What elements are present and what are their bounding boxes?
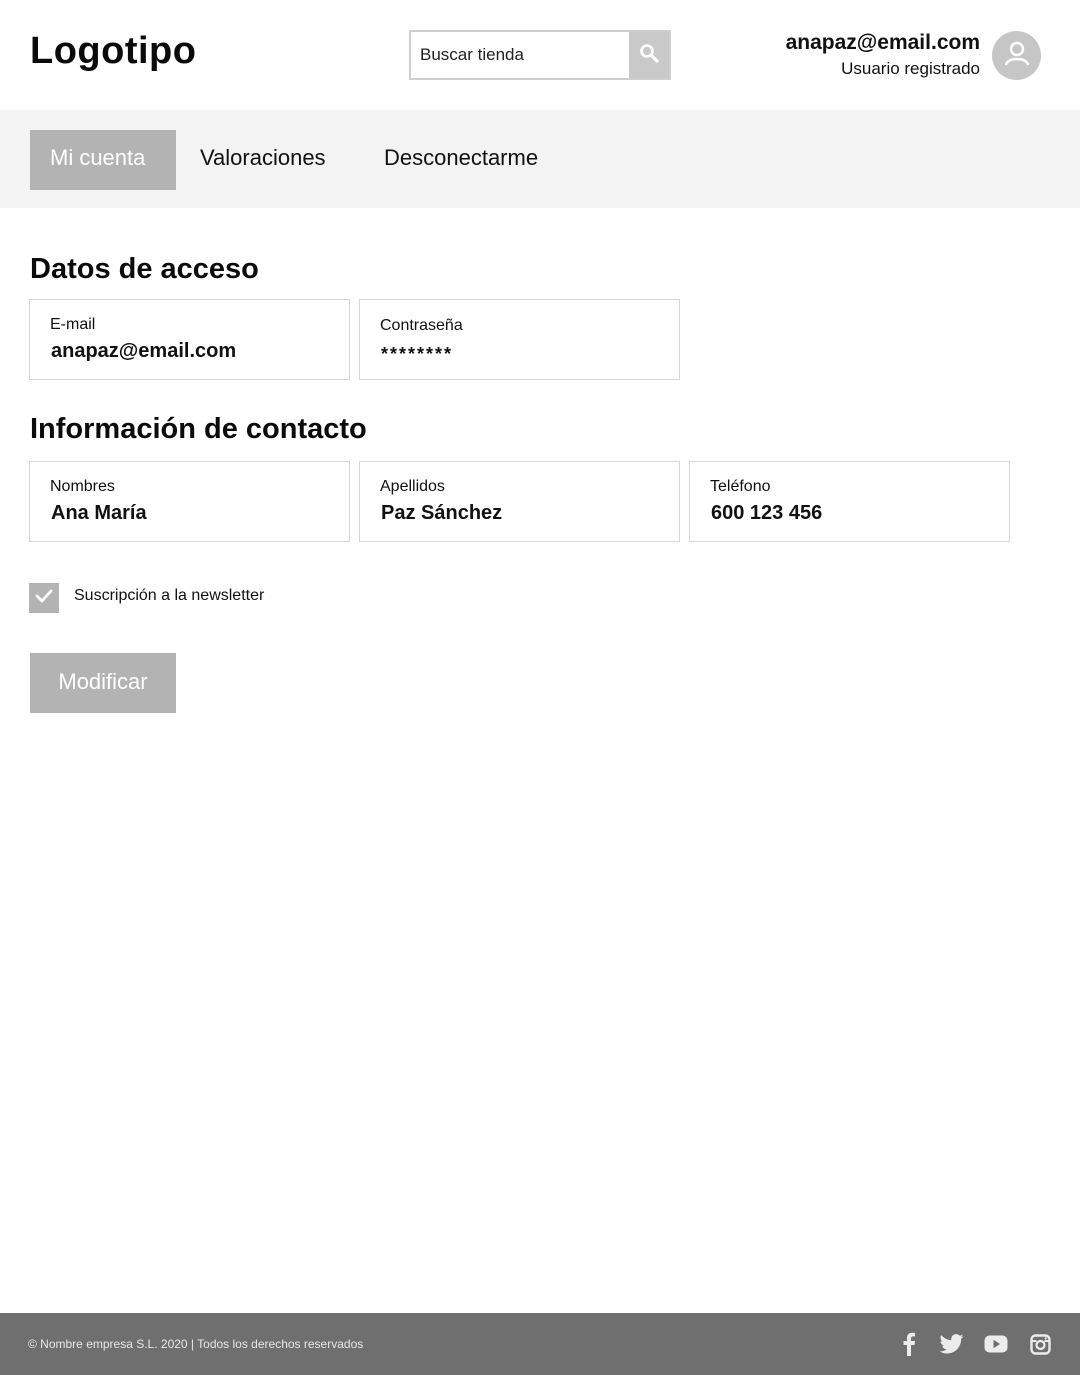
modify-button[interactable]: Modificar: [30, 653, 176, 713]
avatar[interactable]: [992, 31, 1041, 80]
user-icon: [1003, 39, 1031, 72]
twitter-icon[interactable]: [939, 1331, 965, 1357]
search-box: [409, 30, 671, 80]
instagram-icon[interactable]: [1027, 1331, 1053, 1357]
check-icon: [35, 589, 53, 608]
facebook-icon[interactable]: [896, 1331, 922, 1357]
tab-valoraciones[interactable]: Valoraciones: [200, 130, 326, 190]
phone-value: 600 123 456: [711, 502, 823, 524]
names-label: Nombres: [50, 478, 115, 495]
newsletter-checkbox[interactable]: [29, 583, 59, 613]
email-value: anapaz@email.com: [51, 340, 237, 362]
logo[interactable]: Logotipo: [30, 30, 196, 73]
copyright-text: © Nombre empresa S.L. 2020 | Todos los d…: [28, 1337, 364, 1351]
contact-section-title: Información de contacto: [30, 413, 367, 445]
access-section-title: Datos de acceso: [30, 253, 259, 285]
newsletter-label[interactable]: Suscripción a la newsletter: [74, 587, 264, 605]
footer: © Nombre empresa S.L. 2020 | Todos los d…: [0, 1313, 1080, 1375]
user-role: Usuario registrado: [841, 59, 980, 78]
email-field[interactable]: E-mail anapaz@email.com: [29, 299, 350, 380]
surnames-field[interactable]: Apellidos Paz Sánchez: [359, 461, 680, 542]
password-label: Contraseña: [380, 317, 463, 334]
email-label: E-mail: [50, 316, 96, 333]
youtube-icon[interactable]: [983, 1331, 1009, 1357]
names-field[interactable]: Nombres Ana María: [29, 461, 350, 542]
user-info: anapaz@email.com Usuario registrado: [786, 30, 980, 81]
surnames-label: Apellidos: [380, 478, 445, 495]
user-email: anapaz@email.com: [785, 31, 980, 54]
search-input[interactable]: [411, 32, 631, 78]
names-value: Ana María: [51, 502, 147, 524]
tab-mi-cuenta[interactable]: Mi cuenta: [30, 130, 176, 190]
password-value: ********: [381, 344, 454, 364]
surnames-value: Paz Sánchez: [381, 502, 503, 524]
tab-desconectarme[interactable]: Desconectarme: [384, 130, 538, 190]
header: Logotipo anapaz@email.com Usuario regist…: [0, 0, 1080, 110]
phone-label: Teléfono: [710, 478, 771, 495]
password-field[interactable]: Contraseña ********: [359, 299, 680, 380]
search-button[interactable]: [629, 32, 669, 78]
account-nav: Mi cuenta Valoraciones Desconectarme: [0, 110, 1080, 208]
phone-field[interactable]: Teléfono 600 123 456: [689, 461, 1010, 542]
search-icon: [639, 43, 659, 68]
